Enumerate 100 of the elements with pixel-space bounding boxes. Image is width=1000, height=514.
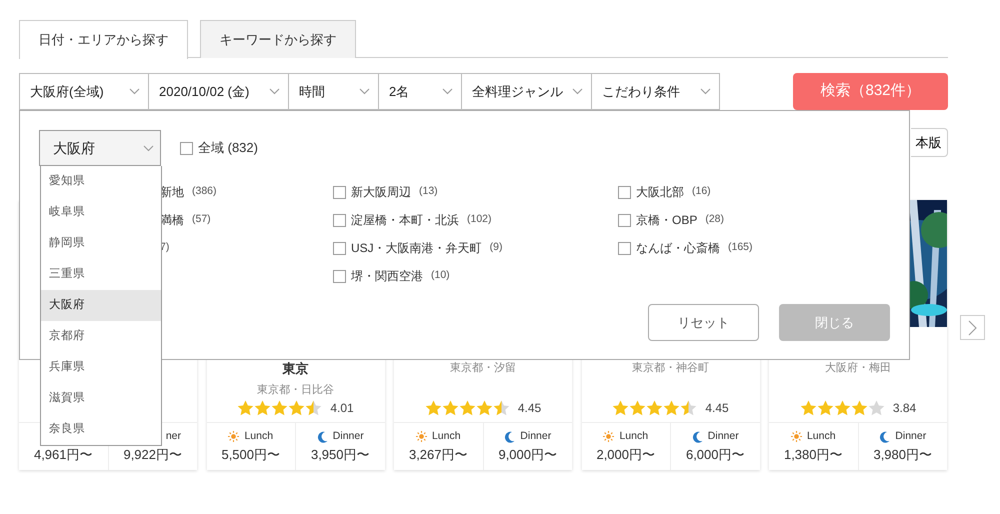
meal-label: Dinner — [520, 428, 552, 444]
meal-price: 3,950円〜 — [310, 446, 370, 464]
chevron-right-icon — [968, 320, 977, 336]
area-count: (9) — [490, 240, 503, 256]
area-name: USJ・大阪南港・弁天町 — [351, 240, 482, 257]
filter-dropdown[interactable]: 大阪府(全域) — [19, 73, 148, 110]
prefecture-option[interactable]: 三重県 — [41, 259, 161, 290]
star-icon — [254, 400, 272, 416]
chevron-icon — [269, 88, 280, 95]
checkbox[interactable] — [333, 242, 346, 254]
meal-price: 9,000円〜 — [498, 446, 558, 464]
star-icon — [612, 400, 630, 416]
area-name: 堺・関西空港 — [351, 268, 423, 285]
meal-label: Lunch — [619, 428, 648, 444]
star-icon — [629, 400, 646, 416]
sun-icon — [416, 431, 427, 442]
rating-value: 4.01 — [330, 400, 354, 418]
meal-label: Dinner — [708, 428, 739, 444]
meal-label: Lunch — [432, 428, 461, 444]
meal-label: Lunch — [806, 428, 836, 444]
chevron-icon — [442, 88, 453, 95]
prefecture-option[interactable]: 愛知県 — [41, 166, 161, 197]
star-icon — [680, 400, 698, 416]
restaurant-location: 東京都・日比谷 — [256, 382, 335, 398]
area-count: (13) — [419, 184, 438, 200]
checkbox-label: 全域 (832) — [198, 139, 258, 158]
checkbox[interactable] — [618, 186, 631, 198]
star-icon — [646, 400, 664, 416]
star-icon — [492, 400, 510, 416]
area-count: (28) — [705, 212, 724, 228]
tab[interactable]: 日付・エリアから探す — [19, 20, 188, 59]
sun-icon — [603, 431, 614, 442]
next-button[interactable] — [960, 315, 985, 340]
star-icon — [424, 400, 442, 416]
moon-icon — [692, 430, 703, 443]
moon-icon — [504, 430, 516, 443]
prefecture-select[interactable]: 大阪府 — [39, 130, 161, 166]
area-name: 京橋・OBP — [636, 212, 698, 229]
checkbox[interactable] — [333, 214, 346, 226]
prefecture-option[interactable]: 静岡県 — [41, 228, 161, 259]
prefecture-option[interactable]: 岐阜県 — [41, 197, 161, 228]
star-icon — [305, 400, 322, 416]
area-name: 新大阪周辺 — [351, 184, 411, 201]
prefecture-option[interactable]: 滋賀県 — [41, 383, 161, 414]
area-name: 淀屋橋・本町・北浜 — [351, 212, 459, 229]
chevron-icon — [143, 144, 154, 152]
meal-price: 3,980円〜 — [873, 446, 932, 464]
chevron-icon — [700, 88, 711, 95]
prefecture-option[interactable]: 大阪府 — [41, 290, 161, 321]
checkbox[interactable] — [333, 186, 346, 198]
area-count: (10) — [431, 268, 450, 284]
area-count: (165) — [728, 240, 753, 256]
star-icon — [237, 400, 254, 416]
checkbox[interactable] — [333, 270, 346, 282]
star-icon — [868, 400, 885, 416]
checkbox[interactable] — [618, 214, 631, 226]
star-icon — [850, 400, 868, 416]
sun-icon — [790, 431, 802, 442]
meal-price: 2,000円〜 — [596, 446, 656, 464]
filter-dropdown[interactable]: 時間 — [288, 73, 378, 110]
star-icon — [816, 400, 834, 416]
restaurant-location: 東京都・汐留 — [449, 360, 517, 376]
star-icon — [663, 400, 680, 416]
star-icon — [800, 400, 817, 416]
tab[interactable]: キーワードから探す — [200, 20, 356, 58]
area-count: (57) — [192, 212, 211, 228]
meal-price: 6,000円〜 — [686, 446, 745, 464]
meal-label: Dinner — [332, 429, 364, 444]
filter-dropdown[interactable]: 2名 — [378, 73, 461, 110]
moon-icon — [879, 430, 890, 443]
meal-price: 9,922円〜 — [123, 446, 182, 464]
meal-label: ner — [166, 428, 181, 444]
restaurant-location: 東京都・神谷町 — [631, 360, 710, 376]
chevron-icon — [129, 88, 140, 95]
prefecture-option[interactable]: 京都府 — [41, 321, 161, 352]
star-icon — [476, 400, 493, 416]
prefecture-option[interactable]: 兵庫県 — [41, 352, 161, 383]
prefecture-option[interactable]: 奈良県 — [41, 414, 161, 445]
meal-price: 3,267円〜 — [408, 446, 468, 464]
area-count: (386) — [192, 184, 217, 200]
restaurant-name[interactable]: 東京 — [206, 360, 384, 378]
restaurant-location: 大阪府・梅田 — [824, 360, 892, 376]
sun-icon — [228, 431, 240, 442]
star-icon — [442, 400, 459, 416]
checkbox[interactable] — [180, 142, 193, 154]
filter-dropdown[interactable]: 全料理ジャンル — [461, 73, 591, 110]
meal-label: Dinner — [895, 428, 926, 444]
area-count: (16) — [692, 184, 711, 200]
rating-value: 4.45 — [518, 400, 542, 417]
version-button[interactable]: 本版 — [911, 128, 948, 157]
star-icon — [288, 400, 306, 416]
filter-dropdown[interactable]: 2020/10/02 (金) — [148, 73, 288, 110]
star-icon — [271, 400, 288, 416]
meal-price: 4,961円〜 — [34, 446, 93, 464]
meal-price: 5,500円〜 — [221, 446, 280, 464]
checkbox[interactable] — [618, 242, 631, 254]
reset-button[interactable]: リセット — [648, 304, 759, 341]
filter-dropdown[interactable]: こだわり条件 — [591, 73, 720, 110]
area-count: 7) — [160, 240, 170, 256]
meal-label: Lunch — [244, 429, 274, 444]
